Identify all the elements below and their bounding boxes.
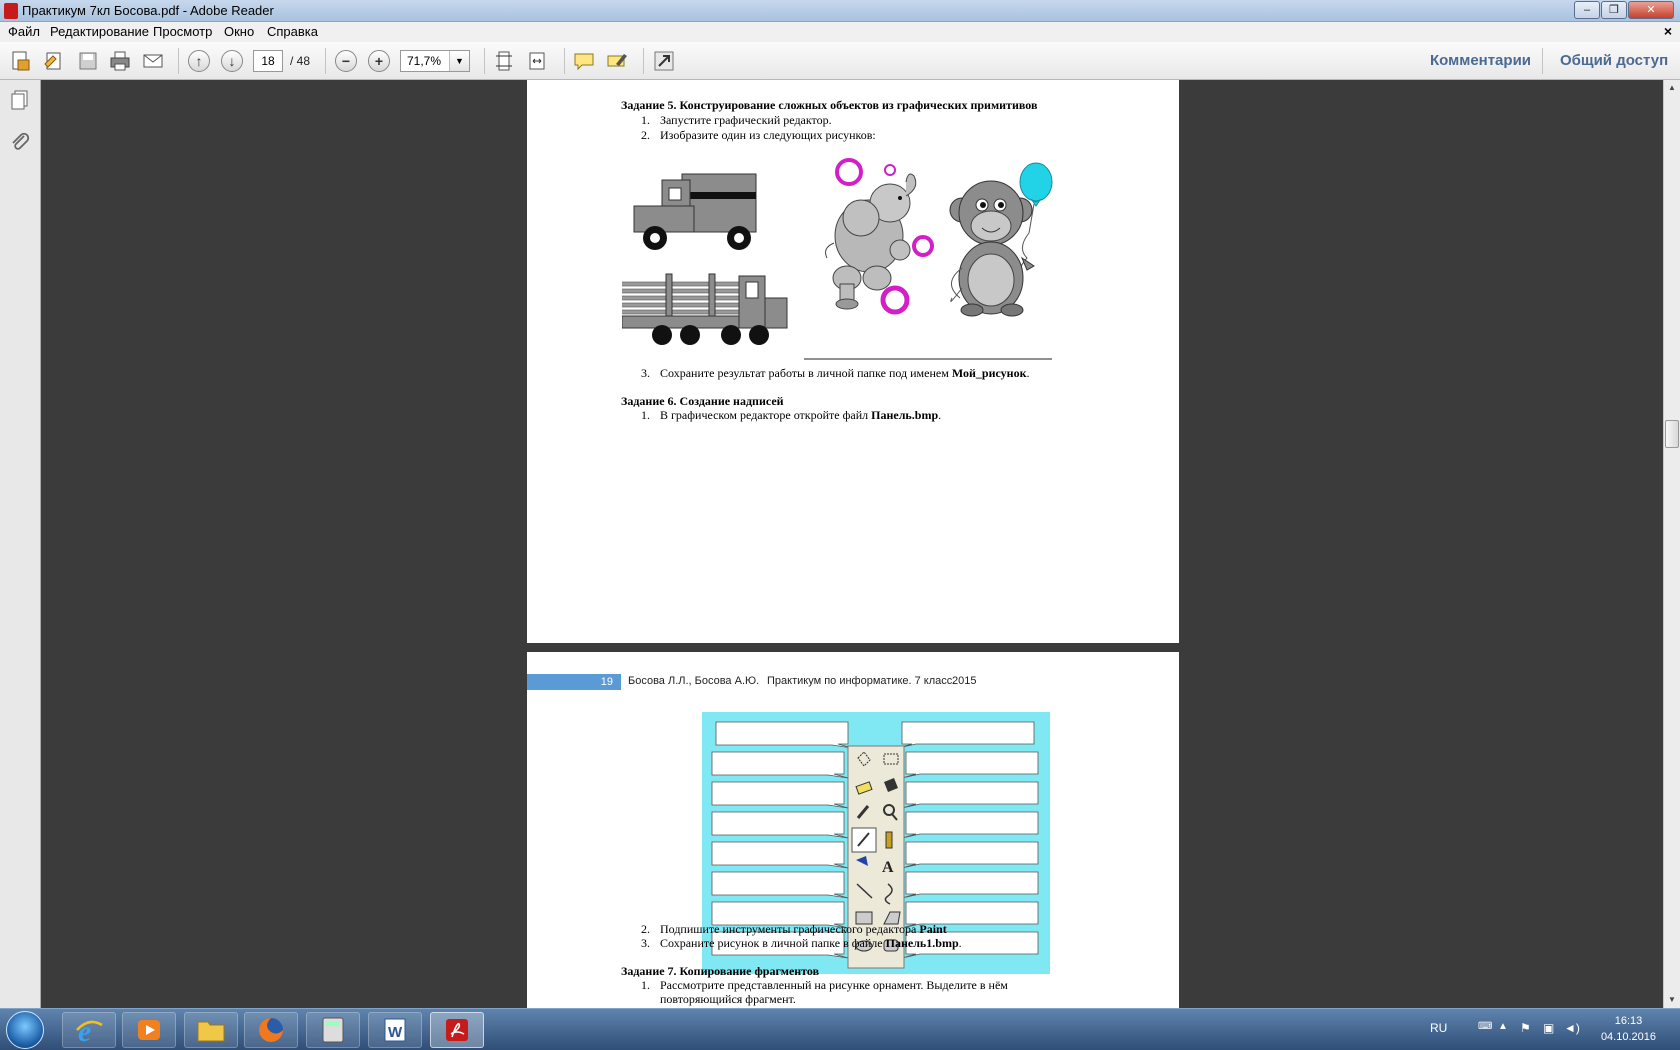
svg-text:A: A [882,859,894,876]
task5-step3: Сохраните результат работы в личной папк… [660,366,1030,380]
toolbar-separator [325,48,326,74]
list-number: 1. [641,408,650,422]
highlight-text-icon[interactable] [605,49,629,73]
svg-text:e: e [78,1015,91,1045]
header-book: Практикум по информатике. 7 класс. [767,675,956,687]
task7-step1-line1: Рассмотрите представленный на рисунке ор… [660,978,1008,992]
step3-text: Сохраните рисунок в личной папке в файле… [660,936,962,950]
attachments-icon[interactable] [8,130,32,154]
media-player-icon[interactable] [122,1012,176,1048]
edit-pdf-icon[interactable] [42,49,66,73]
pdf-page-19: 19 Босова Л.Л., Босова А.Ю. Практикум по… [527,652,1179,1008]
task6-step1: В графическом редакторе откройте файл Па… [660,408,942,422]
toolbar: ↑ ↓ 18 / 48 − + 71,7% ▼ Комментарии Общи… [0,42,1680,80]
clock[interactable]: 16:13 04.10.2016 [1601,1013,1656,1045]
scroll-up-icon[interactable]: ▲ [1664,80,1680,96]
maximize-button[interactable]: ❐ [1601,1,1627,19]
next-page-icon[interactable]: ↓ [221,50,243,72]
network-icon[interactable]: ▣ [1543,1021,1554,1035]
taskbar: e W RU ⌨ ▲ ⚑ ▣ ◄) 16:13 04.10.2016 [0,1008,1680,1050]
start-button[interactable] [6,1011,44,1049]
list-number: 3. [641,936,650,950]
scroll-down-icon[interactable]: ▼ [1664,992,1680,1008]
window-title: Практикум 7кл Босова.pdf - Adobe Reader [22,3,274,18]
firefox-icon[interactable] [244,1012,298,1048]
toolbar-separator [564,48,565,74]
toolbar-separator [178,48,179,74]
task5-step1: Запустите графический редактор. [660,113,832,127]
list-number: 1. [641,113,650,127]
zoom-out-icon[interactable]: − [335,50,357,72]
keyboard-icon[interactable]: ⌨ [1478,1021,1492,1032]
zoom-in-icon[interactable]: + [368,50,390,72]
menu-help[interactable]: Справка [267,24,318,39]
print-icon[interactable] [108,49,132,73]
adobe-reader-icon [4,3,18,19]
calculator-icon[interactable] [306,1012,360,1048]
clock-time: 16:13 [1614,1015,1643,1027]
previous-page-icon[interactable]: ↑ [188,50,210,72]
word-icon[interactable]: W [368,1012,422,1048]
page-thumbnails-icon[interactable] [8,88,32,112]
language-indicator[interactable]: RU [1430,1021,1447,1035]
vertical-scrollbar[interactable]: ▲ ▼ [1663,80,1680,1008]
page-number-input[interactable]: 18 [253,50,283,72]
header-authors: Босова Л.Л., Босова А.Ю. [628,675,760,687]
list-number: 3. [641,366,650,380]
step2-text: Подпишите инструменты графического редак… [660,922,947,936]
task7-title: Задание 7. Копирование фрагментов [621,964,820,978]
adobe-reader-taskbar-icon[interactable] [430,1012,484,1048]
chevron-down-icon[interactable]: ▼ [449,51,469,71]
elephant-drawing [825,158,934,315]
list-number: 2. [641,922,650,936]
truck-drawing [633,173,757,250]
create-pdf-icon[interactable] [9,49,33,73]
header-year: 2015 [952,675,977,687]
fit-page-icon[interactable] [492,49,516,73]
task5-step2: Изобразите один из следующих рисунков: [660,128,876,142]
minimize-button[interactable]: – [1574,1,1600,19]
clock-date: 04.10.2016 [1600,1031,1656,1043]
toolbar-separator [643,48,644,74]
page-total: / 48 [290,54,311,68]
task7-step1-line2: повторяющийся фрагмент. [660,992,796,1006]
toolbar-separator [1542,48,1543,74]
menu-edit[interactable]: Редактирование [50,24,149,39]
svg-text:W: W [388,1024,403,1041]
sticky-note-icon[interactable] [572,49,596,73]
timber-truck-drawing [622,273,788,345]
close-document-icon[interactable]: × [1664,23,1672,39]
flag-icon[interactable]: ⚑ [1520,1021,1531,1035]
page-number-badge: 19 [527,674,621,690]
menu-window[interactable]: Окно [224,24,254,39]
full-width-icon[interactable] [525,49,549,73]
task5-title: Задание 5. Конструирование сложных объек… [621,98,1038,112]
menu-bar: Файл Редактирование Просмотр Окно Справк… [0,22,1680,42]
example-drawings [622,158,1053,360]
volume-icon[interactable]: ◄) [1564,1021,1580,1035]
menu-view[interactable]: Просмотр [153,24,212,39]
pdf-page-18: Задание 5. Конструирование сложных объек… [527,80,1179,643]
toolbar-separator [484,48,485,74]
menu-file[interactable]: Файл [8,24,40,39]
title-bar: Практикум 7кл Босова.pdf - Adobe Reader … [0,0,1680,22]
task6-title: Задание 6. Создание надписей [621,394,784,408]
comments-link[interactable]: Комментарии [1430,52,1531,69]
close-button[interactable]: ✕ [1628,1,1674,19]
scrollbar-thumb[interactable] [1665,420,1679,448]
file-explorer-icon[interactable] [184,1012,238,1048]
expand-icon[interactable] [652,49,676,73]
list-number: 2. [641,128,650,142]
list-number: 1. [641,978,650,992]
monkey-drawing [949,162,1053,317]
navigation-pane [0,80,41,1008]
document-viewer[interactable]: Задание 5. Конструирование сложных объек… [41,80,1663,1008]
email-icon[interactable] [141,49,165,73]
internet-explorer-icon[interactable]: e [62,1012,116,1048]
share-link[interactable]: Общий доступ [1560,52,1668,69]
save-icon[interactable] [76,49,100,73]
show-hidden-icons[interactable]: ▲ [1498,1021,1508,1032]
